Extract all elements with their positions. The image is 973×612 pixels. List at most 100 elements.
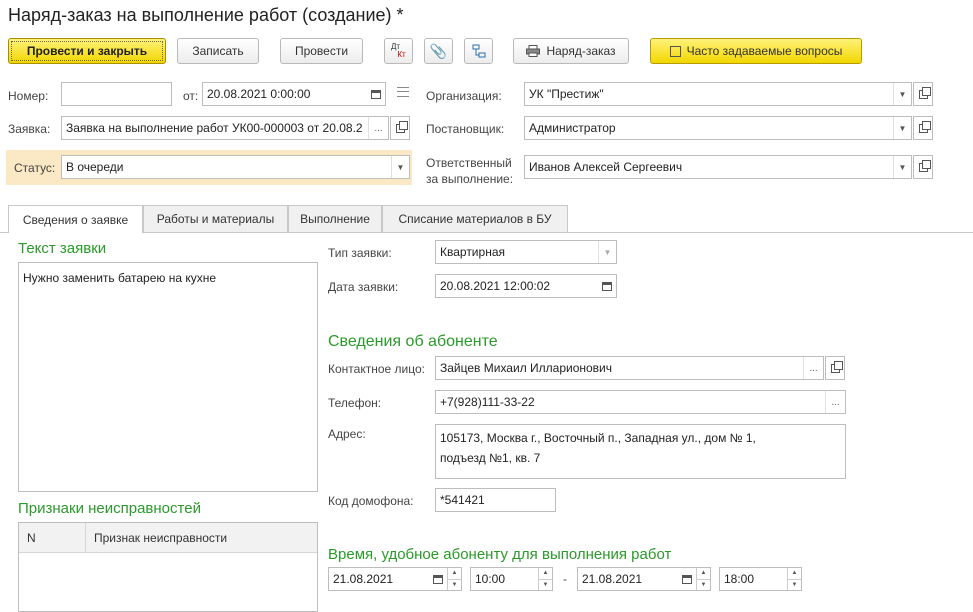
responsible-value: Иванов Алексей Сергеевич bbox=[529, 160, 683, 174]
request-date-field[interactable]: 20.08.2021 12:00:02 bbox=[435, 274, 617, 298]
chevron-down-icon[interactable]: ▼ bbox=[893, 156, 911, 178]
kt-label: Кт bbox=[397, 50, 406, 59]
help-icon bbox=[669, 45, 681, 57]
request-date-value: 20.08.2021 12:00:02 bbox=[440, 279, 551, 293]
open-icon bbox=[918, 86, 931, 99]
date-field[interactable]: 20.08.2021 0:00:00 bbox=[202, 82, 386, 106]
request-text-area[interactable]: Нужно заменить батарею на кухне bbox=[18, 262, 318, 492]
hierarchy-icon bbox=[472, 44, 485, 58]
responsible-label-1: Ответственный bbox=[426, 156, 512, 170]
faq-button[interactable]: Часто задаваемые вопросы bbox=[650, 38, 862, 64]
responsible-open-button[interactable] bbox=[913, 155, 933, 179]
time-from-date-field[interactable]: 21.08.2021 ▲ ▼ bbox=[328, 567, 462, 591]
request-text-value: Нужно заменить батарею на кухне bbox=[23, 271, 217, 285]
contact-field[interactable]: Зайцев Михаил Илларионович ... bbox=[435, 356, 824, 380]
date-value: 20.08.2021 0:00:00 bbox=[207, 87, 311, 101]
date-stepper[interactable]: ▲ ▼ bbox=[447, 568, 461, 590]
author-label: Постановщик: bbox=[426, 122, 505, 136]
calendar-icon[interactable] bbox=[367, 83, 385, 105]
time-heading: Время, удобное абоненту для выполнения р… bbox=[328, 546, 672, 563]
contact-value: Зайцев Михаил Илларионович bbox=[440, 361, 613, 375]
subscriber-heading: Сведения об абоненте bbox=[328, 333, 498, 350]
print-order-button[interactable]: Наряд-заказ bbox=[513, 38, 629, 64]
time-to-date-field[interactable]: 21.08.2021 ▲ ▼ bbox=[577, 567, 711, 591]
time-from-value: 10:00 bbox=[475, 572, 506, 586]
faults-table[interactable]: N Признак неисправности bbox=[18, 522, 318, 612]
tab-divider bbox=[0, 232, 973, 233]
chevron-down-icon[interactable]: ▼ bbox=[893, 117, 911, 139]
intercom-field[interactable]: *541421 bbox=[435, 488, 556, 512]
request-label: Заявка: bbox=[8, 122, 51, 136]
address-line-1: 105173, Москва г., Восточный п., Западна… bbox=[440, 431, 756, 445]
select-dots-icon[interactable]: ... bbox=[803, 357, 823, 379]
time-to-field[interactable]: 18:00 ▲ ▼ bbox=[719, 567, 802, 591]
time-to-value: 18:00 bbox=[724, 572, 755, 586]
organization-value: УК "Престиж" bbox=[529, 87, 604, 101]
post-button[interactable]: Провести bbox=[280, 38, 363, 64]
tab-execution[interactable]: Выполнение bbox=[288, 205, 382, 232]
save-button[interactable]: Записать bbox=[177, 38, 259, 64]
time-from-field[interactable]: 10:00 ▲ ▼ bbox=[470, 567, 553, 591]
tab-works-materials[interactable]: Работы и материалы bbox=[143, 205, 288, 232]
time-stepper[interactable]: ▲ ▼ bbox=[538, 568, 552, 590]
time-stepper[interactable]: ▲ ▼ bbox=[787, 568, 801, 590]
chevron-down-icon[interactable]: ▼ bbox=[598, 241, 616, 263]
author-field[interactable]: Администратор ▼ bbox=[524, 116, 912, 140]
chevron-down-icon[interactable]: ▼ bbox=[391, 156, 409, 178]
comment-icon[interactable] bbox=[397, 87, 409, 97]
request-field[interactable]: Заявка на выполнение работ УК00-000003 о… bbox=[61, 116, 389, 140]
printer-icon bbox=[526, 45, 541, 57]
status-value: В очереди bbox=[66, 160, 124, 174]
time-to-date-value: 21.08.2021 bbox=[582, 572, 643, 586]
post-and-close-button[interactable]: Провести и закрыть bbox=[8, 38, 166, 64]
organization-field[interactable]: УК "Престиж" ▼ bbox=[524, 82, 912, 106]
open-icon bbox=[918, 120, 931, 133]
type-field[interactable]: Квартирная ▼ bbox=[435, 240, 617, 264]
organization-label: Организация: bbox=[426, 89, 502, 103]
responsible-label-2: за выполнение: bbox=[426, 172, 514, 186]
phone-value: +7(928)111-33-22 bbox=[440, 395, 535, 409]
number-label: Номер: bbox=[8, 89, 49, 103]
calendar-icon[interactable] bbox=[429, 568, 447, 590]
select-dots-icon[interactable]: ... bbox=[825, 391, 845, 413]
date-stepper[interactable]: ▲ ▼ bbox=[696, 568, 710, 590]
from-label: от: bbox=[183, 89, 199, 103]
request-date-label: Дата заявки: bbox=[328, 280, 399, 294]
address-line-2: подъезд №1, кв. 7 bbox=[440, 451, 541, 465]
paperclip-icon: 📎 bbox=[429, 42, 448, 59]
organization-open-button[interactable] bbox=[913, 82, 933, 106]
author-open-button[interactable] bbox=[913, 116, 933, 140]
faults-table-header: N Признак неисправности bbox=[19, 523, 317, 553]
status-label: Статус: bbox=[14, 161, 56, 175]
time-range-dash: - bbox=[563, 572, 567, 586]
faults-heading: Признаки неисправностей bbox=[18, 500, 201, 517]
intercom-value: *541421 bbox=[440, 493, 485, 507]
tab-write-off[interactable]: Списание материалов в БУ bbox=[382, 205, 568, 232]
open-icon bbox=[395, 120, 408, 133]
number-field[interactable] bbox=[61, 82, 172, 106]
chevron-down-icon[interactable]: ▼ bbox=[893, 83, 911, 105]
attach-button[interactable]: 📎 bbox=[424, 38, 453, 64]
responsible-field[interactable]: Иванов Алексей Сергеевич ▼ bbox=[524, 155, 912, 179]
request-value: Заявка на выполнение работ УК00-000003 о… bbox=[66, 121, 363, 135]
calendar-icon[interactable] bbox=[678, 568, 696, 590]
contact-open-button[interactable] bbox=[825, 356, 845, 380]
address-label: Адрес: bbox=[328, 427, 366, 441]
open-icon bbox=[830, 360, 843, 373]
column-fault-sign[interactable]: Признак неисправности bbox=[86, 531, 227, 545]
status-field[interactable]: В очереди ▼ bbox=[61, 155, 410, 179]
type-value: Квартирная bbox=[440, 245, 505, 259]
tab-request-info[interactable]: Сведения о заявке bbox=[8, 205, 143, 233]
request-open-button[interactable] bbox=[390, 116, 410, 140]
address-field[interactable]: 105173, Москва г., Восточный п., Западна… bbox=[435, 424, 846, 479]
dt-kt-button[interactable]: Дт Кт bbox=[384, 38, 413, 64]
type-label: Тип заявки: bbox=[328, 246, 392, 260]
select-dots-icon[interactable]: ... bbox=[368, 117, 388, 139]
request-text-heading: Текст заявки bbox=[18, 240, 107, 257]
window-title: Наряд-заказ на выполнение работ (создани… bbox=[8, 5, 404, 25]
calendar-icon[interactable] bbox=[598, 275, 616, 297]
phone-field[interactable]: +7(928)111-33-22 ... bbox=[435, 390, 846, 414]
column-n[interactable]: N bbox=[19, 523, 86, 552]
structure-button[interactable] bbox=[464, 38, 493, 64]
open-icon bbox=[918, 159, 931, 172]
